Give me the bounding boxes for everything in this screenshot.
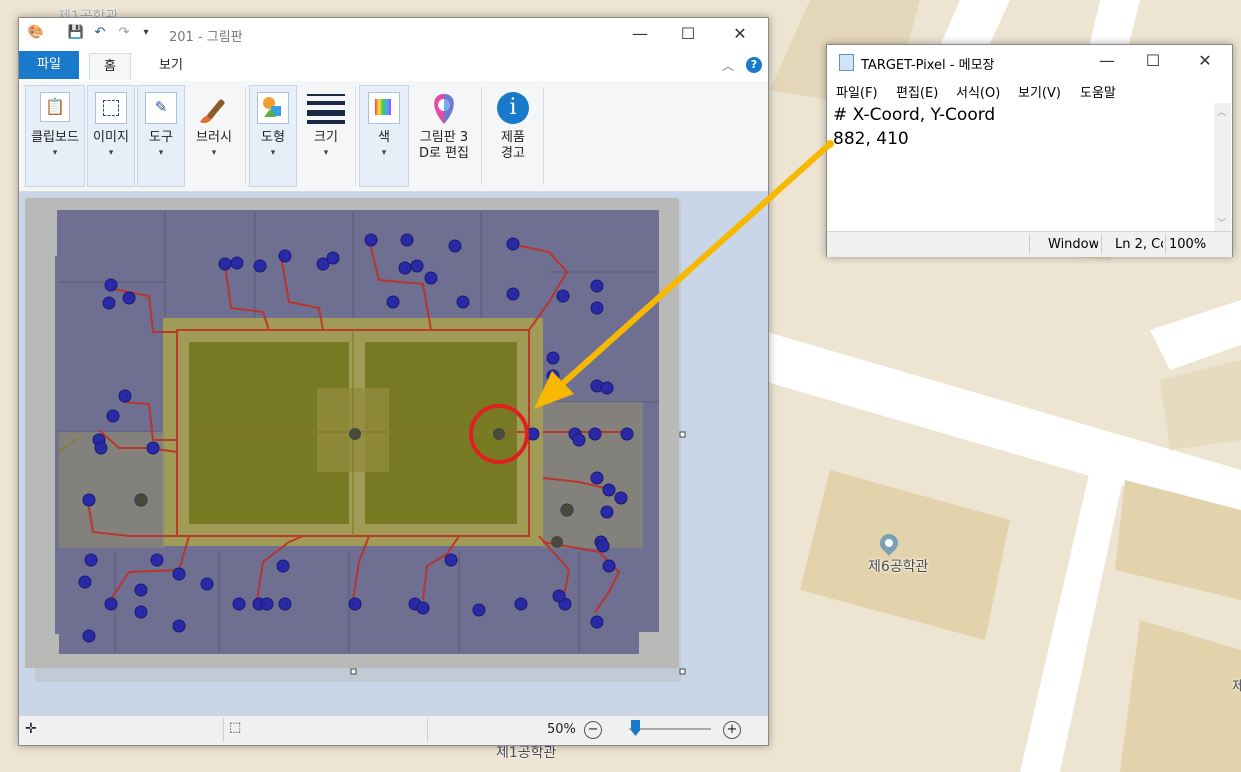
redo-icon[interactable]: ↷	[115, 24, 133, 42]
edit-paint3d-button[interactable]: 그림판 3 D로 편집	[411, 85, 477, 187]
maximize-button[interactable]: ☐	[665, 18, 711, 51]
customize-quick-access-icon[interactable]: ▾	[137, 24, 155, 42]
notepad-close-button[interactable]: ✕	[1182, 45, 1228, 77]
notepad-maximize-button[interactable]: ☐	[1130, 45, 1176, 77]
color-label: 색	[378, 130, 390, 145]
color-palette-icon	[368, 92, 400, 124]
paint-window: 🎨 💾 ↶ ↷ ▾ 201 - 그림판 — ☐ ✕ 파일 홈 보기 ︿ ? 📋 …	[18, 17, 769, 746]
notepad-window-title: TARGET-Pixel - 메모장	[861, 58, 995, 73]
chevron-down-icon: ▾	[52, 148, 58, 158]
size-group[interactable]: 크기 ▾	[303, 85, 349, 187]
shapes-group[interactable]: 도형 ▾	[249, 85, 297, 187]
help-icon[interactable]: ?	[746, 57, 762, 73]
notepad-text-area[interactable]: # X-Coord, Y-Coord 882, 410	[827, 103, 1219, 231]
chevron-down-icon: ▾	[158, 148, 164, 158]
paint-window-title: 201 - 그림판	[169, 30, 243, 45]
close-button[interactable]: ✕	[717, 18, 763, 51]
brushes-label: 브러시	[196, 130, 232, 145]
chevron-down-icon: ▾	[211, 148, 217, 158]
zoom-slider-thumb[interactable]	[631, 720, 640, 736]
paint-titlebar[interactable]: 🎨 💾 ↶ ↷ ▾ 201 - 그림판 — ☐ ✕	[19, 18, 768, 51]
brushes-group[interactable]: 브러시 ▾	[189, 85, 239, 187]
notepad-scrollbar[interactable]: ︿ ﹀	[1214, 103, 1231, 231]
menu-format[interactable]: 서식(O)	[956, 82, 1000, 101]
map-label-building-6[interactable]: 제6공학관	[868, 556, 928, 576]
cursor-position-icon: ✛	[25, 721, 37, 737]
tools-icon: ✎	[145, 92, 177, 124]
status-encoding: Window	[1048, 237, 1098, 252]
zoom-in-button[interactable]: +	[723, 721, 741, 739]
tab-view[interactable]: 보기	[145, 53, 197, 79]
notepad-minimize-button[interactable]: —	[1084, 45, 1130, 77]
product-label-line1: 제품	[501, 130, 525, 145]
scroll-up-icon[interactable]: ︿	[1217, 105, 1226, 118]
canvas-area[interactable]	[19, 192, 768, 715]
undo-icon[interactable]: ↶	[91, 24, 109, 42]
clipboard-label: 클립보드	[31, 130, 79, 145]
tab-file[interactable]: 파일	[19, 51, 79, 79]
image-label: 이미지	[93, 130, 129, 145]
clipboard-group[interactable]: 📋 클립보드 ▾	[25, 85, 85, 187]
brush-icon	[196, 92, 232, 128]
chevron-down-icon: ▾	[381, 148, 387, 158]
product-label-line2: 경고	[501, 146, 525, 161]
color-group[interactable]: 색 ▾	[359, 85, 409, 187]
paint3d-icon	[428, 92, 460, 126]
shapes-icon	[257, 92, 289, 124]
zoom-level-text: 50%	[547, 722, 576, 737]
paint3d-label-line2: D로 편집	[418, 146, 470, 161]
save-icon[interactable]: 💾	[67, 24, 85, 42]
info-icon: i	[497, 92, 529, 124]
tools-label: 도구	[149, 130, 173, 145]
chevron-down-icon: ▾	[108, 148, 114, 158]
status-zoom: 100%	[1169, 237, 1207, 252]
menu-view[interactable]: 보기(V)	[1018, 82, 1061, 101]
menu-edit[interactable]: 편집(E)	[896, 82, 938, 101]
selection-size-icon: ⬚	[229, 720, 242, 735]
notepad-titlebar[interactable]: TARGET-Pixel - 메모장 — ☐ ✕	[827, 45, 1232, 77]
text-line-header: # X-Coord, Y-Coord	[833, 105, 996, 125]
tools-group[interactable]: ✎ 도구 ▾	[137, 85, 185, 187]
floorplan-canvas[interactable]	[19, 192, 768, 715]
size-lines-icon	[307, 92, 345, 124]
menu-help[interactable]: 도움말	[1080, 82, 1116, 101]
paint-app-icon[interactable]: 🎨	[27, 24, 45, 42]
map-label-edge[interactable]: 제	[1232, 676, 1241, 696]
paint-statusbar: ✛ ⬚ 50% − +	[19, 715, 768, 745]
menu-file[interactable]: 파일(F)	[836, 82, 878, 101]
clipboard-icon: 📋	[40, 92, 70, 122]
size-label: 크기	[314, 130, 338, 145]
notepad-window: TARGET-Pixel - 메모장 — ☐ ✕ 파일(F) 편집(E) 서식(…	[826, 44, 1233, 257]
ribbon-tabs: 파일 홈 보기 ︿ ?	[19, 51, 768, 82]
status-cursor-position: Ln 2, Co	[1115, 237, 1163, 252]
shapes-label: 도형	[261, 130, 285, 145]
tab-home[interactable]: 홈	[89, 53, 131, 80]
chevron-down-icon: ▾	[323, 148, 329, 158]
zoom-slider[interactable]	[629, 728, 711, 730]
scroll-down-icon[interactable]: ﹀	[1217, 216, 1226, 229]
paint3d-label-line1: 그림판 3	[419, 130, 469, 145]
ribbon: 📋 클립보드 ▾ 이미지 ▾ ✎ 도구 ▾ 브러시 ▾ 도형 ▾ 크기 ▾ 색 …	[19, 81, 768, 192]
notepad-app-icon	[839, 54, 854, 71]
text-line-coords: 882, 410	[833, 129, 909, 149]
image-group[interactable]: 이미지 ▾	[87, 85, 135, 187]
zoom-out-button[interactable]: −	[584, 721, 602, 739]
notepad-statusbar: Window Ln 2, Co 100%	[827, 231, 1232, 257]
notepad-menubar: 파일(F) 편집(E) 서식(O) 보기(V) 도움말	[827, 78, 1232, 103]
select-icon	[95, 92, 127, 124]
chevron-down-icon: ▾	[270, 148, 276, 158]
collapse-ribbon-icon[interactable]: ︿	[722, 57, 734, 74]
minimize-button[interactable]: —	[617, 18, 663, 51]
product-alert-button[interactable]: i 제품 경고	[485, 85, 541, 187]
